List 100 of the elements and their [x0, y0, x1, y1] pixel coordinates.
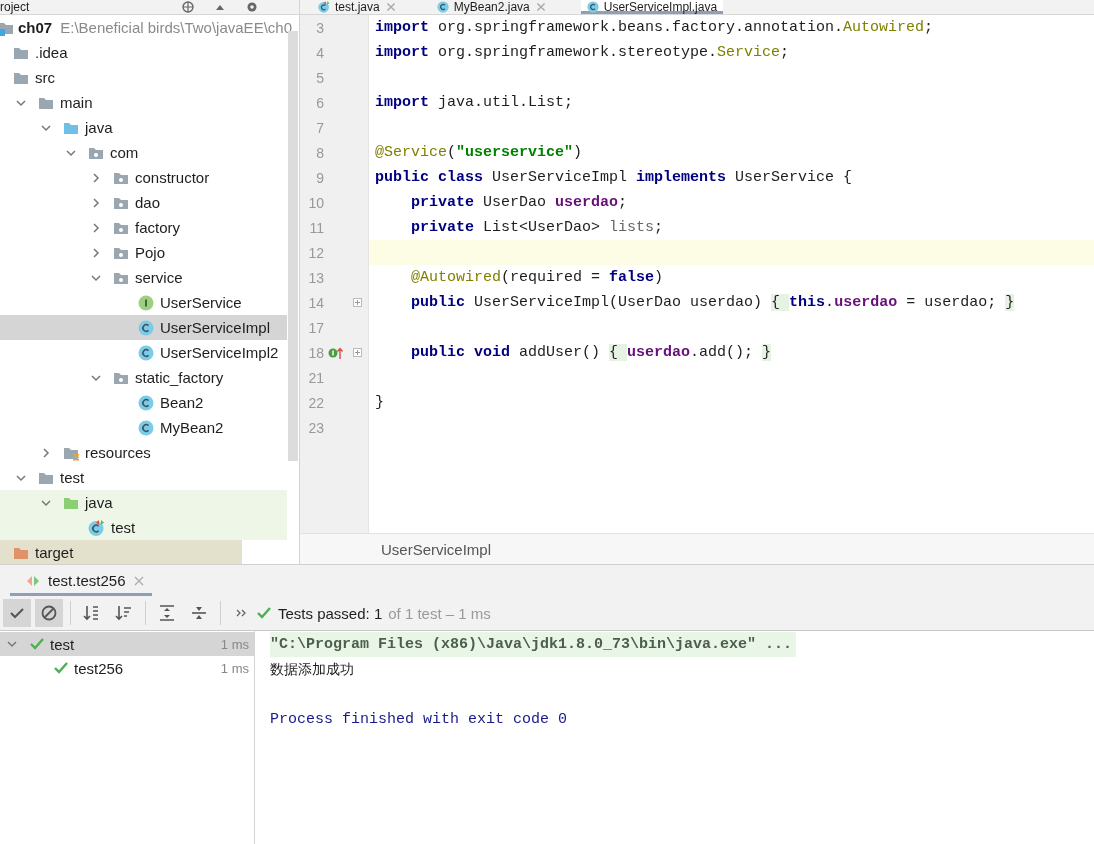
tree-item[interactable]: UserServiceImpl	[0, 315, 287, 340]
tree-item[interactable]: UserService	[0, 290, 287, 315]
code-line: public void addUser() { userdao.add(); }	[410, 343, 773, 363]
blocked-icon	[40, 604, 58, 622]
tree-item[interactable]: UserServiceImpl2	[0, 340, 287, 365]
line-number: 10	[307, 194, 324, 211]
class-icon	[436, 1, 449, 13]
tree-item[interactable]: static_factory	[0, 365, 287, 390]
line-number: 4	[315, 44, 324, 61]
tree-item[interactable]: resources	[0, 440, 287, 465]
line-number: 8	[315, 144, 324, 161]
tree-item[interactable]: main	[0, 90, 287, 115]
module-path: E:\Beneficial birds\Two\javaEE\ch0	[60, 19, 292, 36]
code-line: @Service("userservice")	[374, 143, 584, 163]
chevron-right-icon[interactable]	[90, 171, 102, 184]
tree-item[interactable]: MyBean2	[0, 415, 287, 440]
line-number: 12	[307, 244, 324, 261]
test-class-icon	[318, 1, 330, 13]
class-icon	[138, 319, 154, 336]
chevron-down-icon[interactable]	[6, 638, 18, 650]
editor-tab[interactable]: MyBean2.java	[430, 0, 553, 14]
toolbar-button[interactable]	[3, 599, 31, 627]
caret-up-icon[interactable]	[215, 3, 225, 11]
test-duration: 1 ms	[220, 636, 249, 652]
line-number: 14	[307, 294, 324, 311]
close-icon	[133, 575, 144, 586]
tree-item[interactable]: src	[0, 65, 287, 90]
console-output: 数据添加成功	[270, 660, 354, 679]
expand-all-icon	[158, 604, 176, 622]
test-result-item[interactable]: test256 1 ms	[0, 656, 254, 680]
code-line: import org.springframework.beans.factory.annotation.Autowired;	[374, 18, 935, 38]
check-icon	[256, 606, 272, 620]
chevron-right-icon[interactable]	[90, 246, 102, 259]
test-name: test	[50, 635, 76, 653]
interface-icon	[138, 294, 154, 311]
console-exit-message: Process finished with exit code 0	[270, 711, 568, 728]
chevron-right-icon[interactable]	[40, 446, 52, 459]
line-number: 23	[307, 419, 324, 436]
toolbar-button[interactable]	[35, 599, 63, 627]
line-number: 3	[315, 19, 324, 36]
code-line: import org.springframework.stereotype.Service;	[374, 43, 791, 63]
tree-item[interactable]: java	[0, 490, 287, 515]
line-number: 11	[308, 219, 324, 236]
tree-item[interactable]: constructor	[0, 165, 287, 190]
test-class-icon	[88, 519, 105, 536]
test-result-item[interactable]: test 1 ms	[0, 632, 254, 656]
code-line: }	[374, 393, 385, 413]
line-number: 13	[307, 269, 324, 286]
tree-item[interactable]: Bean2	[0, 390, 287, 415]
settings-icon[interactable]	[245, 1, 259, 13]
fold-plus-icon[interactable]	[352, 298, 362, 307]
implements-marker-icon[interactable]	[328, 345, 344, 360]
chevron-right-icon[interactable]	[90, 221, 102, 234]
class-icon	[138, 419, 154, 436]
check-icon	[53, 661, 69, 675]
tree-item[interactable]: java	[0, 115, 287, 140]
run-tab[interactable]: test.test256	[10, 565, 152, 596]
line-number: 5	[315, 69, 324, 86]
tree-item[interactable]: com	[0, 140, 287, 165]
tree-item[interactable]: target	[0, 540, 242, 564]
tree-item[interactable]: .idea	[0, 40, 287, 65]
close-icon	[534, 1, 547, 13]
test-run-icon	[26, 574, 40, 587]
code-line: import java.util.List;	[374, 93, 575, 113]
code-line: public class UserServiceImpl implements UserService {	[374, 168, 854, 188]
line-number: 9	[315, 169, 324, 186]
collapse-all-icon	[190, 604, 208, 622]
tree-item[interactable]: test	[0, 465, 287, 490]
code-line: private List<UserDao> lists;	[410, 218, 665, 238]
panel-title: roject	[0, 0, 30, 14]
tree-item[interactable]: test	[0, 515, 287, 540]
tree-item[interactable]: Pojo	[0, 240, 287, 265]
status-text: Tests passed: 1	[278, 604, 383, 622]
editor-tab[interactable]: test.java	[312, 0, 403, 14]
close-icon	[384, 1, 397, 13]
tree-item[interactable]: factory	[0, 215, 287, 240]
console-command: "C:\Program Files (x86)\Java\jdk1.8.0_73\bin\java.exe" ...	[270, 632, 797, 657]
fold-plus-icon[interactable]	[352, 348, 362, 357]
class-icon	[138, 394, 154, 411]
class-icon	[586, 1, 599, 13]
line-number: 22	[307, 394, 324, 411]
test-name: test256	[74, 659, 125, 677]
chevron-right-icon[interactable]	[90, 196, 102, 209]
class-icon	[138, 344, 154, 361]
test-duration: 1 ms	[220, 660, 249, 676]
target-icon[interactable]	[181, 1, 195, 13]
line-number: 17	[307, 319, 324, 336]
tree-item[interactable]: dao	[0, 190, 287, 215]
line-number: 21	[307, 369, 324, 386]
code-line: @Autowired(required = false)	[410, 268, 665, 288]
code-line: private UserDao userdao;	[410, 193, 629, 213]
editor-tab[interactable]: UserServiceImpl.java	[580, 0, 724, 14]
status-detail: of 1 test – 1 ms	[388, 604, 491, 622]
line-number: 7	[315, 119, 324, 136]
sort-icon	[115, 604, 133, 622]
sort-icon	[83, 604, 101, 622]
tree-item[interactable]: service	[0, 265, 287, 290]
line-number: 6	[315, 94, 324, 111]
check-icon	[29, 637, 45, 651]
breadcrumb-item[interactable]: UserServiceImpl	[381, 540, 492, 558]
